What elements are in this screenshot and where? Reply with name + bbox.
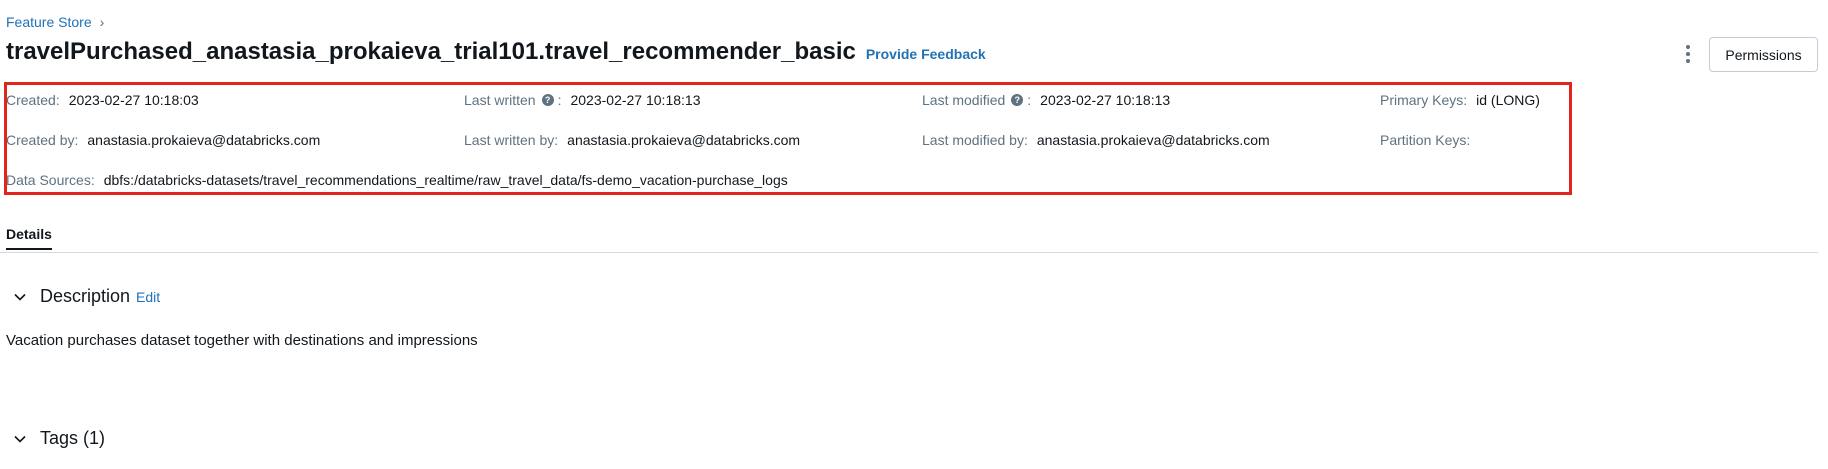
meta-last-modified: Last modified ?: 2023-02-27 10:18:13 — [922, 92, 1170, 108]
colon: : — [554, 132, 559, 148]
tags-title: Tags (1) — [40, 428, 106, 448]
meta-primary-keys: Primary Keys: id (LONG) — [1380, 92, 1540, 108]
description-section-header: Description Edit — [10, 286, 160, 307]
chevron-down-icon[interactable] — [10, 429, 30, 449]
permissions-button[interactable]: Permissions — [1709, 37, 1818, 72]
meta-created-by-value: anastasia.prokaieva@databricks.com — [87, 132, 321, 148]
meta-last-modified-label: Last modified — [922, 92, 1006, 108]
title-row: travelPurchased_anastasia_prokaieva_tria… — [6, 38, 986, 66]
meta-data-sources-label: Data Sources — [6, 172, 91, 188]
page-title: travelPurchased_anastasia_prokaieva_tria… — [6, 38, 856, 65]
meta-created: Created: 2023-02-27 10:18:03 — [6, 92, 199, 108]
colon: : — [1463, 92, 1468, 108]
help-icon[interactable]: ? — [1011, 94, 1024, 106]
description-text: Vacation purchases dataset together with… — [6, 332, 478, 349]
colon: : — [557, 92, 562, 108]
meta-last-written-by-value: anastasia.prokaieva@databricks.com — [567, 132, 801, 148]
colon: : — [74, 132, 79, 148]
meta-last-written-by: Last written by: anastasia.prokaieva@dat… — [464, 132, 800, 148]
tab-bar: Details — [0, 222, 1818, 253]
meta-primary-keys-value: id (LONG) — [1476, 92, 1540, 108]
meta-created-label: Created — [6, 92, 56, 108]
meta-created-value: 2023-02-27 10:18:03 — [68, 92, 199, 108]
meta-last-modified-by-label: Last modified by — [922, 132, 1024, 148]
colon: : — [90, 172, 95, 188]
meta-data-sources-value: dbfs:/databricks-datasets/travel_recomme… — [103, 172, 788, 188]
meta-last-modified-value: 2023-02-27 10:18:13 — [1040, 92, 1171, 108]
chevron-down-icon[interactable] — [10, 287, 30, 307]
meta-last-modified-by: Last modified by: anastasia.prokaieva@da… — [922, 132, 1270, 148]
meta-last-written-by-label: Last written by — [464, 132, 555, 148]
colon: : — [1023, 132, 1028, 148]
meta-created-by-label: Created by — [6, 132, 75, 148]
meta-last-written-label: Last written — [464, 92, 536, 108]
tab-details[interactable]: Details — [6, 226, 52, 250]
description-title: Description — [40, 286, 131, 306]
help-icon[interactable]: ? — [541, 94, 554, 106]
meta-primary-keys-label: Primary Keys — [1380, 92, 1464, 108]
breadcrumb-feature-store-link[interactable]: Feature Store — [6, 14, 92, 30]
meta-created-by: Created by: anastasia.prokaieva@databric… — [6, 132, 320, 148]
colon: : — [1027, 92, 1032, 108]
meta-data-sources: Data Sources: dbfs:/databricks-datasets/… — [6, 172, 788, 188]
edit-description-link[interactable]: Edit — [136, 289, 160, 305]
tags-section-header: Tags (1) — [10, 428, 105, 449]
colon: : — [1466, 132, 1471, 148]
colon: : — [55, 92, 60, 108]
meta-last-written-value: 2023-02-27 10:18:13 — [570, 92, 701, 108]
meta-last-modified-by-value: anastasia.prokaieva@databricks.com — [1036, 132, 1270, 148]
provide-feedback-link[interactable]: Provide Feedback — [866, 46, 986, 62]
chevron-right-icon: › — [99, 14, 105, 30]
kebab-menu-icon[interactable] — [1678, 42, 1698, 66]
breadcrumb: Feature Store › — [6, 14, 104, 30]
meta-last-written: Last written ?: 2023-02-27 10:18:13 — [464, 92, 700, 108]
meta-partition-keys-label: Partition Keys — [1380, 132, 1467, 148]
meta-partition-keys: Partition Keys: — [1380, 132, 1479, 148]
feature-table-page: Feature Store › travelPurchased_anastasi… — [0, 0, 1828, 469]
